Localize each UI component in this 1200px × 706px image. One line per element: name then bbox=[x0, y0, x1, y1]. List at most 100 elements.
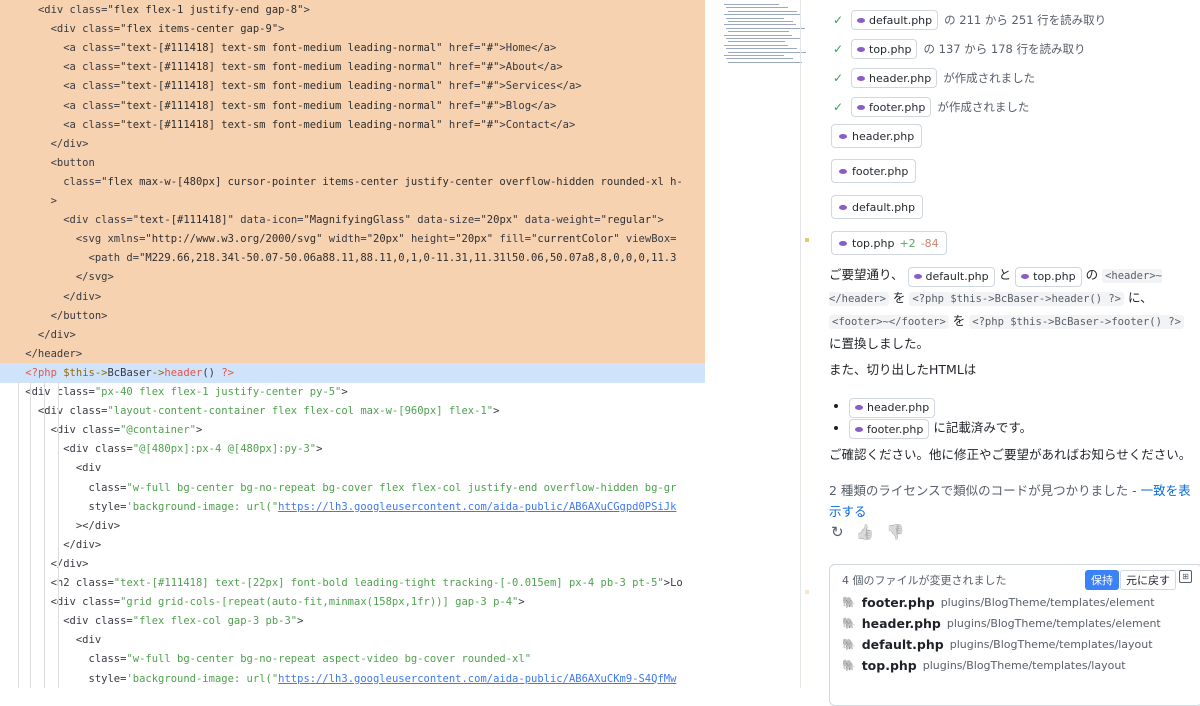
code-line[interactable]: <div class="@container"> bbox=[0, 420, 705, 440]
feedback-bar: ↻ 👍 👎 bbox=[831, 523, 905, 541]
activity-text: が作成されました bbox=[943, 71, 1036, 85]
minimap-line bbox=[726, 48, 797, 50]
activity-text: が作成されました bbox=[937, 100, 1030, 114]
minimap-line bbox=[724, 24, 796, 26]
thumbs-up-icon[interactable]: 👍 bbox=[856, 523, 875, 541]
activity-text: の 137 から 178 行を読み取り bbox=[923, 42, 1086, 56]
indent-guide bbox=[18, 382, 19, 688]
inline-code: <?php $this->BcBaser->footer() ?> bbox=[969, 315, 1184, 329]
code-line[interactable]: <button bbox=[0, 152, 705, 173]
changed-files-panel: 4 個のファイルが変更されました 保持 元に戻す ⊞ 🐘 footer.php … bbox=[829, 564, 1200, 706]
code-block-top-php[interactable]: top.php +2 -84 bbox=[831, 231, 947, 255]
php-icon bbox=[1021, 274, 1030, 279]
open-diff-icon[interactable]: ⊞ bbox=[1179, 570, 1192, 583]
inline-code: <?php $this->BcBaser->header() ?> bbox=[909, 292, 1125, 306]
minimap-line bbox=[726, 27, 805, 29]
code-line[interactable]: <path d="M229.66,218.34l-50.07-50.06a88.… bbox=[0, 248, 705, 269]
file-chip[interactable]: top.php bbox=[1015, 266, 1082, 287]
code-line[interactable]: <div class="layout-content-container fle… bbox=[0, 401, 705, 421]
list-item: footer.php に記載済みです。 bbox=[849, 418, 1193, 439]
code-line[interactable]: </div> bbox=[0, 133, 705, 154]
code-line[interactable]: <svg xmlns="http://www.w3.org/2000/svg" … bbox=[0, 229, 705, 250]
minimap-line bbox=[724, 55, 784, 56]
code-line[interactable]: <div class="flex flex-col gap-3 pb-3"> bbox=[0, 611, 705, 631]
minimap-line bbox=[724, 4, 779, 5]
file-chip[interactable]: footer.php bbox=[849, 419, 930, 439]
changed-file-row[interactable]: 🐘 header.php plugins/BlogTheme/templates… bbox=[842, 613, 1161, 633]
changed-file-row[interactable]: 🐘 top.php plugins/BlogTheme/templates/la… bbox=[842, 655, 1126, 675]
file-chip[interactable]: header.php bbox=[849, 397, 936, 418]
gutter-marker bbox=[805, 238, 809, 242]
thumbs-down-icon[interactable]: 👎 bbox=[886, 523, 905, 541]
php-icon bbox=[855, 426, 863, 432]
assistant-message-3: ご確認ください。他に修正やご要望があればお知らせください。 bbox=[829, 447, 1192, 462]
keep-button[interactable]: 保持 bbox=[1085, 570, 1119, 590]
indent-guide bbox=[44, 382, 45, 688]
code-line[interactable]: > bbox=[0, 191, 705, 211]
file-chip[interactable]: header.php bbox=[851, 68, 938, 88]
code-line[interactable]: <?php $this->BcBaser->header() ?> bbox=[0, 362, 705, 383]
code-line[interactable]: <a class="text-[#111418] text-sm font-me… bbox=[0, 95, 705, 116]
minimap-line bbox=[726, 38, 801, 39]
assistant-message-2: また、切り出したHTMLは bbox=[829, 362, 977, 377]
code-line[interactable]: <div class="@[480px]:px-4 @[480px]:py-3"… bbox=[0, 439, 705, 459]
code-block-header-php[interactable]: header.php bbox=[831, 124, 923, 148]
minimap-line bbox=[728, 41, 785, 43]
php-icon bbox=[839, 133, 847, 139]
undo-button[interactable]: 元に戻す bbox=[1120, 570, 1176, 590]
code-line[interactable]: ></div> bbox=[0, 516, 705, 536]
code-line[interactable]: style='background-image: url("https://lh… bbox=[0, 497, 705, 517]
minimap-line bbox=[728, 61, 802, 63]
file-chip[interactable]: top.php bbox=[851, 39, 918, 59]
minimap[interactable] bbox=[706, 0, 806, 688]
php-icon bbox=[857, 17, 865, 23]
code-line[interactable]: <a class="text-[#111418] text-sm font-me… bbox=[0, 76, 705, 97]
bullet-list: header.php footer.php に記載済みです。 bbox=[829, 396, 1193, 439]
code-line[interactable]: <div class="flex items-center gap-9"> bbox=[0, 19, 705, 40]
code-line[interactable]: style='background-image: url("https://lh… bbox=[0, 669, 705, 689]
code-line[interactable]: class="flex max-w-[480px] cursor-pointer… bbox=[0, 171, 705, 192]
code-editor[interactable]: <div class="flex flex-1 justify-end gap-… bbox=[0, 0, 705, 688]
code-line[interactable]: </div> bbox=[0, 535, 705, 555]
retry-icon[interactable]: ↻ bbox=[831, 523, 844, 541]
code-line[interactable]: </svg> bbox=[0, 267, 705, 288]
code-line[interactable]: </div> bbox=[0, 324, 705, 345]
code-line[interactable]: </div> bbox=[0, 286, 705, 307]
code-line[interactable]: </header> bbox=[0, 343, 705, 364]
chat-panel: ✓ default.php の 211 から 251 行を読み取り ✓ top.… bbox=[813, 0, 1200, 706]
changed-file-row[interactable]: 🐘 default.php plugins/BlogTheme/template… bbox=[842, 634, 1153, 654]
code-line[interactable]: <a class="text-[#111418] text-sm font-me… bbox=[0, 114, 705, 135]
code-line[interactable]: <div bbox=[0, 458, 705, 478]
code-line[interactable]: <div class="px-40 flex flex-1 justify-ce… bbox=[0, 382, 705, 402]
code-block-default-php[interactable]: default.php bbox=[831, 195, 924, 219]
minimap-line bbox=[728, 21, 793, 22]
php-icon bbox=[839, 168, 847, 174]
php-icon bbox=[857, 46, 865, 52]
activity-text: の 211 から 251 行を読み取り bbox=[944, 13, 1107, 27]
file-chip[interactable]: default.php bbox=[907, 266, 995, 287]
lines-added: +2 bbox=[899, 236, 916, 250]
indent-guide bbox=[58, 382, 59, 688]
code-line[interactable]: <div class="flex flex-1 justify-end gap-… bbox=[0, 0, 705, 20]
code-line[interactable]: <div class="text-[#111418]" data-icon="M… bbox=[0, 210, 705, 231]
code-line[interactable]: <div bbox=[0, 630, 705, 650]
code-line[interactable]: class="w-full bg-center bg-no-repeat bg-… bbox=[0, 478, 705, 498]
file-chip[interactable]: footer.php bbox=[851, 97, 932, 117]
code-line[interactable]: <div class="grid grid-cols-[repeat(auto-… bbox=[0, 592, 705, 612]
code-line[interactable]: <h2 class="text-[#111418] text-[22px] fo… bbox=[0, 573, 705, 593]
changed-file-row[interactable]: 🐘 footer.php plugins/BlogTheme/templates… bbox=[842, 592, 1155, 612]
file-chip[interactable]: default.php bbox=[851, 10, 939, 30]
code-line[interactable]: <a class="text-[#111418] text-sm font-me… bbox=[0, 57, 705, 78]
minimap-line bbox=[728, 51, 806, 53]
activity-item: ✓ footer.php が作成されました bbox=[833, 96, 1029, 118]
code-block-footer-php[interactable]: footer.php bbox=[831, 159, 917, 183]
minimap-line bbox=[724, 34, 792, 36]
code-line[interactable]: </div> bbox=[0, 554, 705, 574]
minimap-line bbox=[726, 7, 788, 9]
panel-divider[interactable] bbox=[800, 0, 801, 688]
gutter-marker bbox=[805, 590, 809, 594]
code-line[interactable]: class="w-full bg-center bg-no-repeat asp… bbox=[0, 649, 705, 669]
check-icon: ✓ bbox=[833, 100, 844, 114]
code-line[interactable]: </button> bbox=[0, 305, 705, 326]
code-line[interactable]: <a class="text-[#111418] text-sm font-me… bbox=[0, 38, 705, 59]
